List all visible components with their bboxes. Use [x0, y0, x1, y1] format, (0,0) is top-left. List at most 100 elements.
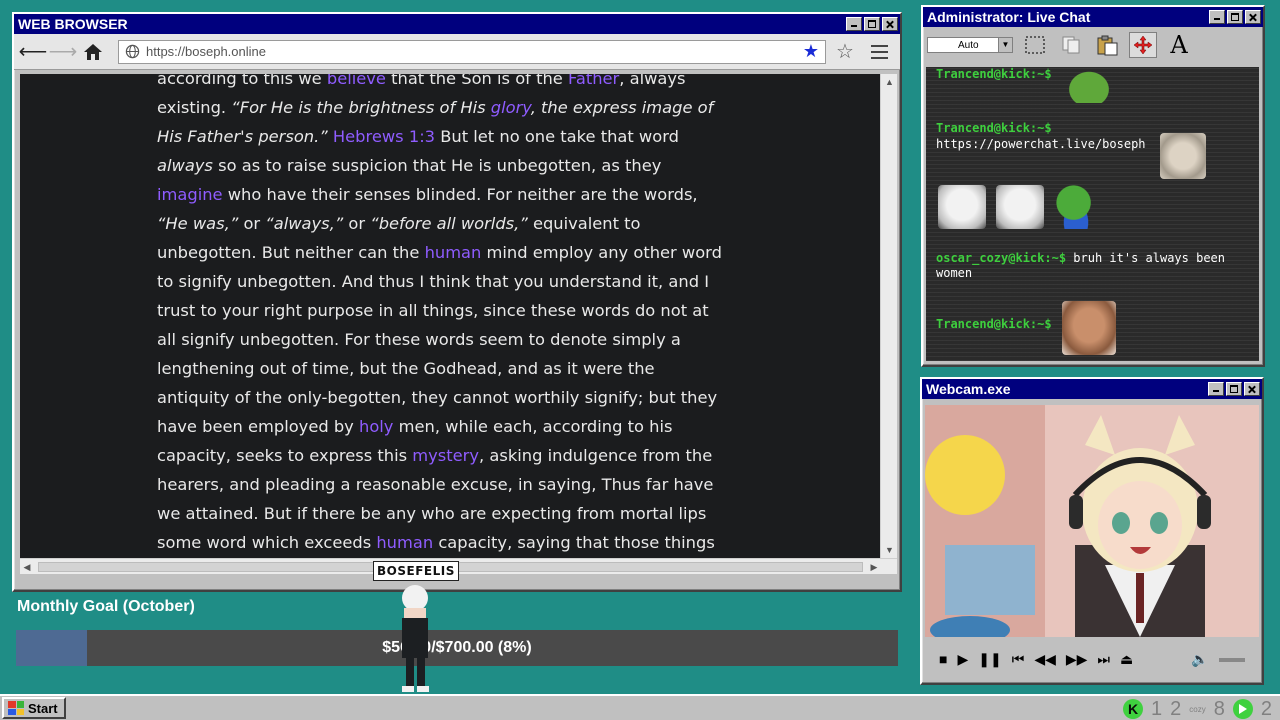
cat-emote	[938, 185, 986, 229]
eject-icon[interactable]: ⏏	[1120, 651, 1133, 668]
minimize-button[interactable]	[846, 17, 862, 31]
article-text: “For He is the brightness of His	[231, 98, 491, 117]
fast-forward-icon[interactable]: ▶▶	[1066, 651, 1088, 668]
page-viewport[interactable]: according to this we believe that the So…	[20, 74, 880, 558]
article-link[interactable]: holy	[359, 417, 393, 436]
article-line: we attained. But if there be any who are…	[157, 499, 757, 528]
hamburger-icon[interactable]	[864, 44, 894, 59]
goal-progress-bar: $56.00/$700.00 (8%)	[16, 630, 898, 666]
article-text: some word which exceeds	[157, 533, 377, 552]
article-line: His Father's person.” Hebrews 1:3 But le…	[157, 122, 757, 151]
dotted-select-icon[interactable]	[1021, 32, 1049, 58]
article-text: “He was,”	[157, 214, 239, 233]
article-line: imagine who have their senses blinded. F…	[157, 180, 757, 209]
chat-text: https://powerchat.live/boseph	[936, 137, 1146, 151]
skip-start-icon[interactable]: ⏮	[1012, 651, 1025, 668]
vertical-scrollbar[interactable]: ▲ ▼	[880, 74, 897, 558]
media-controls: ■ ▶ ❚❚ ⏮ ◀◀ ▶▶ ⏭ ⏏ 🔈	[925, 641, 1259, 677]
article-text: capacity, saying that those things	[433, 533, 715, 552]
stop-icon[interactable]: ■	[939, 651, 947, 667]
chat-size-select[interactable]: Auto ▼	[927, 37, 1013, 53]
font-icon[interactable]: A	[1165, 31, 1193, 59]
volume-icon[interactable]: 🔈	[1191, 651, 1208, 668]
chat-text: women	[936, 266, 973, 280]
tray-count: 1	[1151, 697, 1163, 720]
article-link[interactable]: imagine	[157, 185, 223, 204]
play-icon[interactable]: ▶	[957, 651, 968, 668]
article-text: we attained. But if there be any who are…	[157, 504, 707, 523]
article-line: antiquity of the only-begotten, they can…	[157, 383, 757, 412]
chat-messages[interactable]: Trancend@kick:~$ Trancend@kick:~$ https:…	[926, 67, 1259, 361]
chat-username: oscar_cozy@kick:~$	[936, 251, 1067, 265]
article-text: , always	[619, 74, 686, 88]
article-link[interactable]: Hebrews 1:3	[333, 127, 435, 146]
arrow-left-icon: ⟵	[18, 41, 48, 63]
anime-avatar	[925, 405, 1259, 637]
volume-slider[interactable]	[1218, 658, 1245, 662]
browser-titlebar[interactable]: WEB BROWSER	[14, 14, 900, 34]
article-text: always	[157, 156, 213, 175]
article-link[interactable]: human	[376, 533, 433, 552]
webcam-titlebar[interactable]: Webcam.exe	[922, 379, 1262, 399]
face-emote	[1062, 301, 1116, 355]
article-text: to signify unbegotten. And thus I think …	[157, 272, 710, 291]
scroll-right-arrow[interactable]: ▶	[867, 559, 881, 575]
scroll-left-arrow[interactable]: ◀	[20, 559, 34, 575]
webcam-title: Webcam.exe	[926, 381, 1011, 397]
system-tray: K 1 2 cozy 8 2	[1123, 696, 1272, 720]
article-text: have been employed by	[157, 417, 359, 436]
taskbar: Start K 1 2 cozy 8 2	[0, 694, 1280, 720]
star-filled-icon[interactable]: ★	[803, 41, 819, 62]
maximize-button[interactable]	[1226, 382, 1242, 396]
scroll-up-arrow[interactable]: ▲	[881, 74, 898, 90]
scroll-down-arrow[interactable]: ▼	[881, 542, 898, 558]
browser-title: WEB BROWSER	[18, 16, 128, 32]
pause-icon[interactable]: ❚❚	[978, 651, 1001, 668]
star-outline-icon[interactable]: ☆	[830, 39, 860, 64]
browser-window: WEB BROWSER ⟵ ⟶ https://boseph.online ★ …	[12, 12, 902, 592]
article-line: lengthening out of time, but the Godhead…	[157, 354, 757, 383]
play-icon[interactable]	[1232, 699, 1253, 719]
article-text: according to this we	[157, 74, 327, 88]
article-link[interactable]: glory	[491, 98, 531, 117]
article-line: existing. “For He is the brightness of H…	[157, 93, 757, 122]
url-text[interactable]: https://boseph.online	[146, 44, 797, 59]
close-button[interactable]	[1245, 10, 1261, 24]
article-text: , the express image of	[530, 98, 714, 117]
kick-icon[interactable]: K	[1123, 699, 1144, 719]
paste-icon[interactable]	[1093, 32, 1121, 58]
maximize-button[interactable]	[1227, 10, 1243, 24]
chat-username: Trancend@kick:~$	[936, 121, 1052, 135]
article-text: hearers, and pleading a reasonable excus…	[157, 475, 714, 494]
article-link[interactable]: human	[425, 243, 482, 262]
close-button[interactable]	[1244, 382, 1260, 396]
article-link[interactable]: Father	[568, 74, 619, 88]
minimize-button[interactable]	[1208, 382, 1224, 396]
minimize-button[interactable]	[1209, 10, 1225, 24]
copy-icon[interactable]	[1057, 32, 1085, 58]
close-button[interactable]	[882, 17, 898, 31]
rewind-icon[interactable]: ◀◀	[1034, 651, 1056, 668]
article-text: existing.	[157, 98, 232, 117]
article-line: unbegotten. But neither can the human mi…	[157, 238, 757, 267]
maximize-button[interactable]	[864, 17, 880, 31]
address-bar[interactable]: https://boseph.online ★	[118, 39, 826, 64]
start-label: Start	[28, 700, 58, 716]
chat-window: Administrator: Live Chat Auto ▼ A Trance	[921, 5, 1265, 367]
forward-button[interactable]: ⟶	[48, 39, 78, 65]
article-text: men, while each, according to his	[393, 417, 673, 436]
article-link[interactable]: mystery	[412, 446, 479, 465]
arrow-right-icon: ⟶	[48, 41, 78, 63]
start-button[interactable]: Start	[2, 697, 66, 719]
chat-titlebar[interactable]: Administrator: Live Chat	[923, 7, 1263, 27]
chat-title: Administrator: Live Chat	[927, 9, 1091, 25]
article-link[interactable]: believe	[327, 74, 386, 88]
skip-end-icon[interactable]: ⏭	[1097, 651, 1110, 668]
back-button[interactable]: ⟵	[18, 39, 48, 65]
home-button[interactable]	[80, 39, 106, 65]
article-text: lengthening out of time, but the Godhead…	[157, 359, 655, 378]
article-text: that the Son is of the	[385, 74, 568, 88]
cozy-icon[interactable]: cozy	[1189, 705, 1205, 714]
move-icon[interactable]	[1129, 32, 1157, 58]
article-text: or	[343, 214, 371, 233]
